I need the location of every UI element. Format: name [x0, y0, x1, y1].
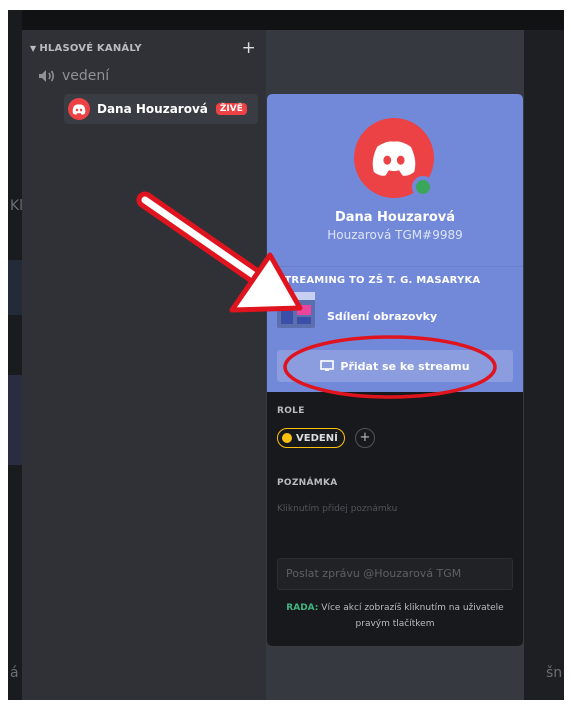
annotation-overlay — [136, 191, 497, 399]
annotation-circle-icon — [283, 335, 497, 399]
annotation-arrow-icon — [136, 191, 303, 313]
